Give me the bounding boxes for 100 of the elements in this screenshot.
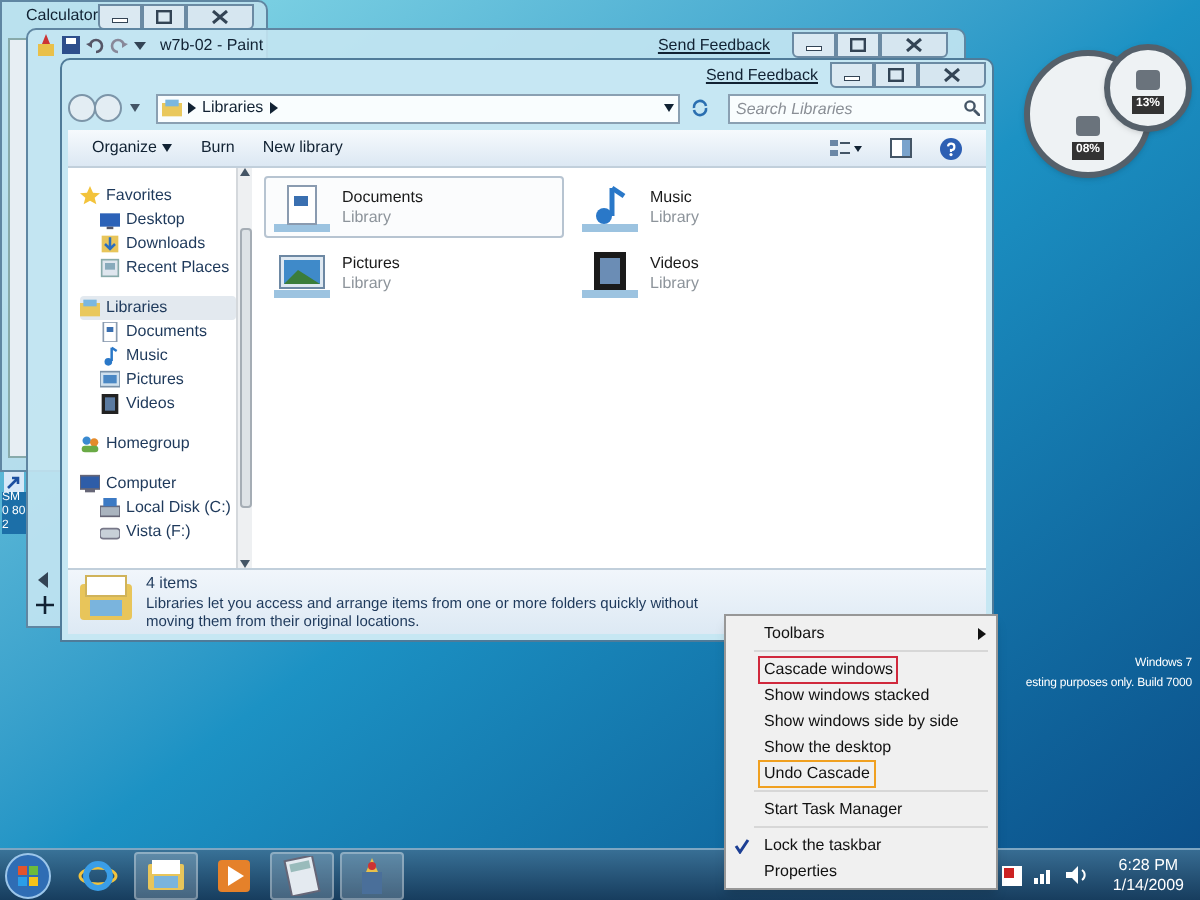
scrollbar-thumb[interactable] [239, 228, 251, 508]
navigation-item[interactable]: Videos [80, 392, 236, 416]
save-icon[interactable] [62, 36, 80, 54]
help-icon[interactable] [940, 137, 962, 159]
navigation-item[interactable]: Music [80, 344, 236, 368]
close-button[interactable] [186, 3, 255, 29]
library-name: Pictures [342, 253, 400, 273]
library-tile[interactable]: Videos Library [572, 242, 872, 304]
move-cross-icon[interactable] [35, 596, 53, 614]
organize-menu[interactable]: Organize [92, 136, 173, 160]
menu-item[interactable]: Toolbars [730, 620, 992, 646]
history-dropdown-icon[interactable] [130, 104, 140, 112]
taskbar-button[interactable] [134, 851, 198, 899]
library-name: Documents [342, 187, 423, 207]
navigation-item[interactable]: Documents [80, 320, 236, 344]
minimize-button[interactable] [98, 3, 143, 29]
minimize-icon [806, 46, 822, 52]
close-icon [944, 68, 960, 82]
menu-item[interactable]: Show windows stacked [730, 682, 992, 708]
library-tile[interactable]: Pictures Library [264, 242, 564, 304]
navigation-item[interactable]: Local Disk (C:) [80, 496, 236, 520]
navigation-item[interactable]: Desktop [80, 208, 236, 232]
taskbar-button[interactable] [270, 851, 334, 899]
dropdown-arrow-icon[interactable] [664, 104, 674, 112]
send-feedback-link[interactable]: Send Feedback [705, 63, 818, 87]
minimize-icon [112, 17, 129, 23]
preview-pane-icon[interactable] [890, 138, 912, 158]
breadcrumb[interactable]: Libraries [202, 96, 264, 120]
library-tile[interactable]: Music Library [572, 176, 872, 238]
close-button[interactable] [918, 62, 986, 88]
library-name: Music [650, 187, 694, 207]
library-folder-icon [80, 574, 132, 622]
picture-library-icon [274, 249, 330, 297]
close-icon [212, 9, 229, 23]
maximize-button[interactable] [836, 32, 880, 58]
undo-icon[interactable] [86, 36, 104, 54]
navigation-item[interactable]: Homegroup [80, 432, 236, 456]
minimize-icon [844, 76, 860, 82]
minimize-button[interactable] [792, 32, 836, 58]
search-icon [964, 100, 980, 116]
close-button[interactable] [880, 32, 948, 58]
maximize-button[interactable] [874, 62, 918, 88]
start-button[interactable] [4, 851, 52, 899]
library-name: Videos [650, 253, 699, 273]
speaker-icon[interactable] [1066, 866, 1089, 884]
music-library-icon [582, 183, 638, 231]
dropdown-arrow-icon[interactable] [134, 41, 146, 49]
scroll-left-icon[interactable] [36, 572, 52, 588]
breadcrumb-arrow-icon [269, 102, 278, 114]
library-icon [80, 298, 100, 318]
picture-icon [100, 370, 120, 390]
library-subtitle: Library [342, 273, 393, 293]
maximize-icon [850, 38, 866, 52]
checkmark-icon [734, 837, 750, 853]
library-subtitle: Library [650, 207, 699, 227]
send-feedback-link[interactable]: Send Feedback [657, 33, 770, 57]
window-title: Calculator [26, 4, 99, 28]
film-icon [100, 394, 120, 414]
menu-item[interactable]: Show windows side by side [730, 708, 992, 734]
toolbar-button[interactable]: New library [262, 136, 343, 160]
navigation-item[interactable]: Computer [80, 472, 236, 496]
maximize-button[interactable] [142, 3, 187, 29]
clock[interactable]: 6:28 PM 1/14/2009 [1112, 855, 1184, 895]
video-library-icon [582, 249, 638, 297]
breadcrumb-arrow-icon [188, 102, 196, 114]
calculator-icon [282, 855, 322, 895]
paint-app-icon [36, 34, 56, 56]
navigation-item[interactable]: Recent Places [80, 256, 236, 280]
library-subtitle: Library [650, 273, 699, 293]
scrollbar[interactable] [236, 168, 252, 568]
menu-item[interactable]: Undo Cascade [730, 760, 992, 786]
document-icon [100, 322, 120, 342]
library-tile[interactable]: Documents Library [264, 176, 564, 238]
navigation-item[interactable]: Libraries [80, 296, 236, 320]
flag-icon[interactable] [1002, 865, 1023, 885]
menu-item[interactable]: Start Task Manager [730, 796, 992, 822]
back-button[interactable] [68, 94, 96, 122]
menu-item[interactable]: Show the desktop [730, 734, 992, 760]
address-bar[interactable]: Libraries [156, 93, 680, 123]
toolbar-button[interactable]: Burn [200, 136, 235, 160]
view-options-icon[interactable] [830, 138, 862, 158]
minimize-button[interactable] [830, 62, 874, 88]
submenu-arrow-icon [978, 627, 986, 639]
navigation-item[interactable]: Favorites [80, 184, 236, 208]
refresh-icon[interactable] [688, 96, 712, 120]
redo-icon[interactable] [110, 36, 128, 54]
menu-item[interactable]: Lock the taskbar [730, 832, 992, 858]
navigation-item[interactable]: Downloads [80, 232, 236, 256]
forward-button[interactable] [94, 94, 122, 122]
menu-item[interactable]: Properties [730, 858, 992, 884]
chip-icon [1136, 70, 1160, 90]
computer-icon [80, 474, 100, 494]
search-field[interactable]: Search Libraries [728, 93, 986, 123]
hard-drive-icon [100, 498, 120, 518]
music-note-icon [100, 346, 120, 366]
navigation-item[interactable]: Vista (F:) [80, 520, 236, 544]
signal-bars-icon[interactable] [1034, 866, 1055, 884]
navigation-item[interactable]: Pictures [80, 368, 236, 392]
item-count: 4 items [146, 574, 200, 594]
window-title: w7b-02 - Paint [160, 33, 264, 57]
